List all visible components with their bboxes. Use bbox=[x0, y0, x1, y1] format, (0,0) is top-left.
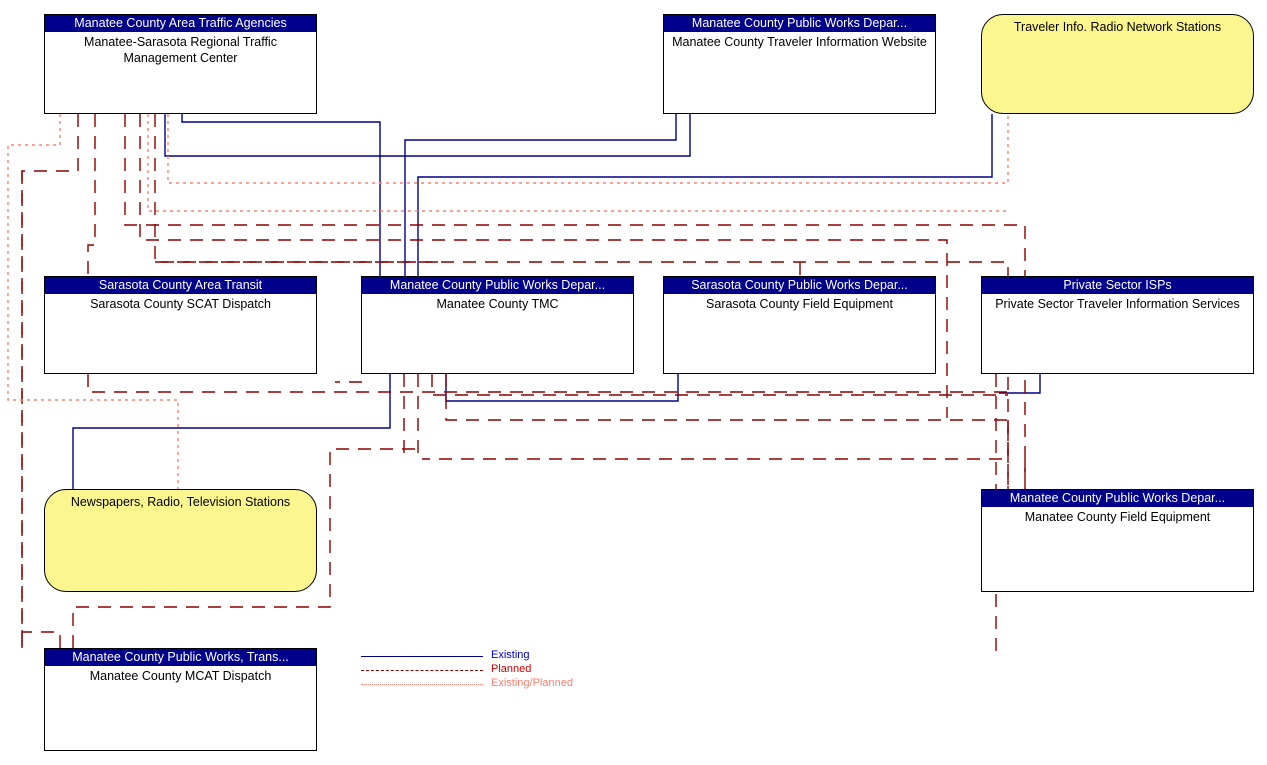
node-name-label: Manatee County TMC bbox=[436, 297, 559, 311]
node-manatee-traveler-info-website[interactable]: Manatee County Public Works Depar... Man… bbox=[663, 14, 936, 114]
node-name-label: Private Sector Traveler Information Serv… bbox=[995, 297, 1240, 311]
node-manatee-field-equipment[interactable]: Manatee County Public Works Depar... Man… bbox=[981, 489, 1254, 592]
node-sarasota-field-equipment[interactable]: Sarasota County Public Works Depar... Sa… bbox=[663, 276, 936, 374]
node-name-label: Manatee County Traveler Information Webs… bbox=[672, 35, 927, 49]
legend-swatch-planned-line bbox=[361, 670, 483, 671]
node-stakeholder-label: Manatee County Public Works Depar... bbox=[362, 277, 633, 294]
node-manatee-county-tmc[interactable]: Manatee County Public Works Depar... Man… bbox=[361, 276, 634, 374]
node-manatee-mcat-dispatch[interactable]: Manatee County Public Works, Trans... Ma… bbox=[44, 648, 317, 751]
node-name-label: Newspapers, Radio, Television Stations bbox=[70, 495, 291, 509]
node-name-label: Manatee-Sarasota Regional Traffic Manage… bbox=[84, 35, 277, 65]
node-private-sector-traveler-information-services[interactable]: Private Sector ISPs Private Sector Trave… bbox=[981, 276, 1254, 374]
node-sarasota-scat-dispatch[interactable]: Sarasota County Area Transit Sarasota Co… bbox=[44, 276, 317, 374]
node-name-label: Sarasota County Field Equipment bbox=[706, 297, 893, 311]
node-stakeholder-label: Private Sector ISPs bbox=[982, 277, 1253, 294]
node-stakeholder-label: Manatee County Public Works Depar... bbox=[982, 490, 1253, 507]
legend-label-existing-planned: Existing/Planned bbox=[491, 677, 573, 689]
node-manatee-sarasota-rtmc[interactable]: Manatee County Area Traffic Agencies Man… bbox=[44, 14, 317, 114]
legend-label-existing: Existing bbox=[491, 649, 530, 661]
legend-swatch-existing-line bbox=[361, 656, 483, 657]
legend-swatch-existing-planned-line bbox=[361, 684, 483, 685]
node-traveler-info-radio-network-stations[interactable]: Traveler Info. Radio Network Stations bbox=[981, 14, 1254, 114]
node-name-label: Manatee County MCAT Dispatch bbox=[89, 669, 272, 683]
node-stakeholder-label: Sarasota County Public Works Depar... bbox=[664, 277, 935, 294]
node-name-label: Traveler Info. Radio Network Stations bbox=[1013, 20, 1222, 34]
node-stakeholder-label: Manatee County Area Traffic Agencies bbox=[45, 15, 316, 32]
node-name-label: Sarasota County SCAT Dispatch bbox=[90, 297, 271, 311]
diagram-canvas: Manatee County Area Traffic Agencies Man… bbox=[0, 0, 1267, 765]
node-stakeholder-label: Sarasota County Area Transit bbox=[45, 277, 316, 294]
node-name-label: Manatee County Field Equipment bbox=[1024, 510, 1211, 524]
node-stakeholder-label: Manatee County Public Works, Trans... bbox=[45, 649, 316, 666]
legend-label-planned: Planned bbox=[491, 663, 532, 675]
node-stakeholder-label: Manatee County Public Works Depar... bbox=[664, 15, 935, 32]
node-newspapers-radio-television-stations[interactable]: Newspapers, Radio, Television Stations bbox=[44, 489, 317, 592]
